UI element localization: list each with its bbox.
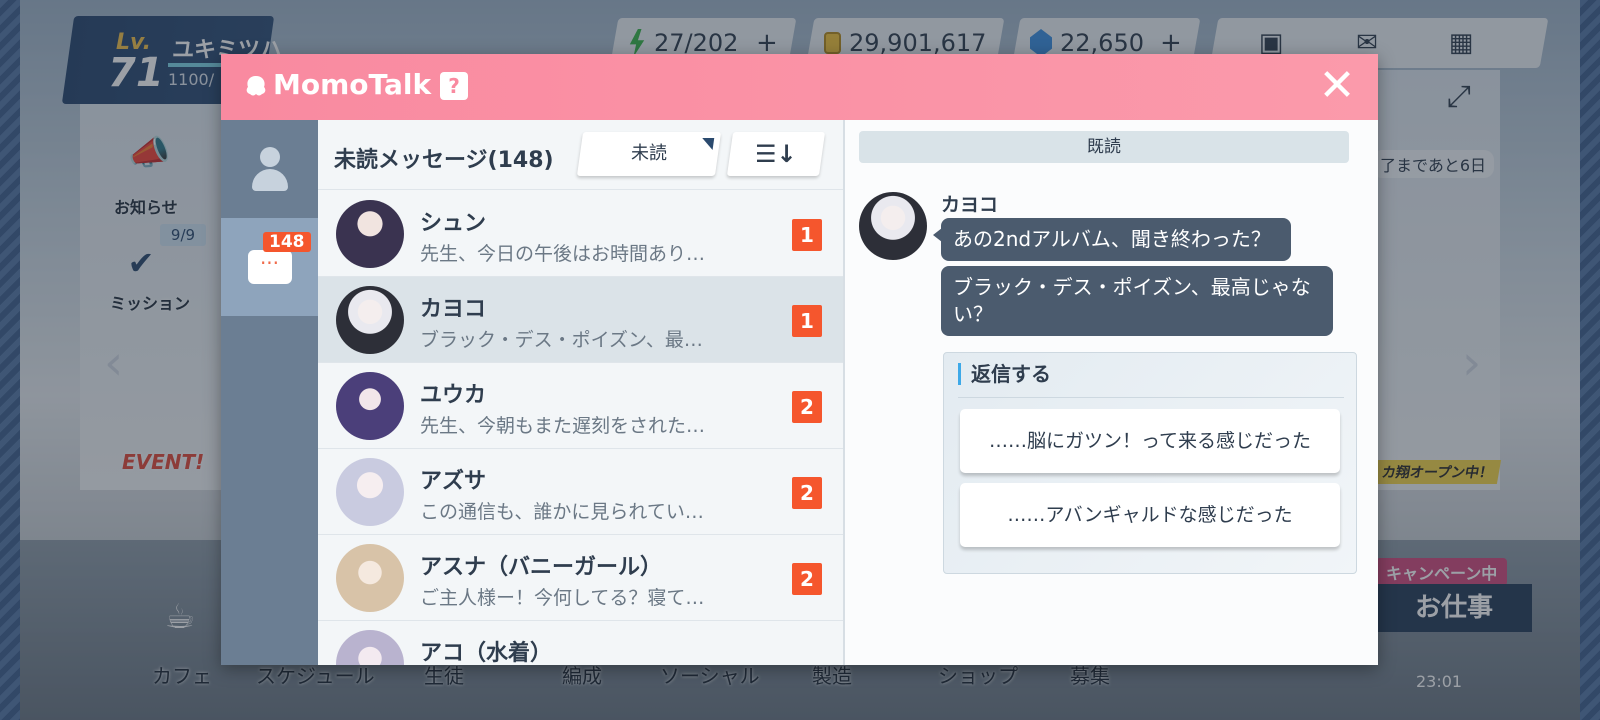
message-preview: 先生、今日の午後はお時間あり… <box>420 243 706 265</box>
contact-name: アコ（水着） <box>420 641 553 665</box>
avatar <box>336 458 404 526</box>
unread-badge: 1 <box>792 305 822 337</box>
message-preview: この通信も、誰かに見られてい… <box>420 501 704 523</box>
dropdown-corner-icon <box>700 138 715 150</box>
avatar <box>336 372 404 440</box>
message-preview: 先生、今朝もまた遅刻をされた… <box>420 415 706 437</box>
filter-label: 未読 <box>631 143 667 164</box>
message-bubble: ブラック・デス・ポイズン、最高じゃない？ <box>941 266 1333 336</box>
reply-option-1[interactable]: ……脳にガツン！って来る感じだった <box>960 409 1340 473</box>
avatar <box>336 200 404 268</box>
conversation-list[interactable]: シュン 先生、今日の午後はお時間あり… 1 カヨコ ブラック・デス・ポイズン、最… <box>318 191 843 665</box>
list-item[interactable]: カヨコ ブラック・デス・ポイズン、最… 1 <box>318 277 843 363</box>
sender-name: カヨコ <box>941 194 999 216</box>
contact-name: カヨコ <box>420 297 487 322</box>
read-status-bar: 既読 <box>859 131 1349 163</box>
momotalk-logo-icon <box>246 76 266 96</box>
reply-panel: 返信する ……脳にガツン！って来る感じだった ……アバンギャルドな感じだった <box>943 352 1357 574</box>
filter-dropdown[interactable]: 未読 <box>576 132 722 176</box>
momotalk-dialog: MomoTalk ? ✕ ··· 148 未読メッセージ(148) 未読 ☰↓ <box>221 54 1378 665</box>
tab-students[interactable] <box>221 120 318 218</box>
list-item[interactable]: アズサ この通信も、誰かに見られてい… 2 <box>318 449 843 535</box>
unread-badge: 1 <box>792 219 822 251</box>
list-item[interactable]: ユウカ 先生、今朝もまた遅刻をされた… 2 <box>318 363 843 449</box>
list-header: 未読メッセージ(148) 未読 ☰↓ <box>318 120 843 190</box>
contact-name: シュン <box>420 211 487 236</box>
message-bubble: あの2ndアルバム、聞き終わった？ <box>933 218 1291 261</box>
list-item[interactable]: シュン 先生、今日の午後はお時間あり… 1 <box>318 191 843 277</box>
chat-bubble-icon: ··· <box>247 250 292 284</box>
momotalk-sidebar: ··· 148 <box>221 120 318 665</box>
conversation-list-pane: 未読メッセージ(148) 未読 ☰↓ シュン 先生、今日の午後はお時間あり… 1… <box>318 120 843 665</box>
contact-name: ユウカ <box>420 383 487 408</box>
contact-name: アズサ <box>420 469 487 494</box>
avatar <box>336 544 404 612</box>
avatar <box>336 630 404 665</box>
person-icon <box>250 145 290 193</box>
help-button[interactable]: ? <box>440 72 468 100</box>
sender-avatar <box>859 192 927 260</box>
dialog-title: MomoTalk <box>273 68 432 101</box>
unread-count-badge: 148 <box>263 232 311 252</box>
list-item[interactable]: アコ（水着） <box>318 621 843 665</box>
sort-icon: ☰↓ <box>755 140 797 168</box>
unread-messages-title: 未読メッセージ(148) <box>334 148 554 173</box>
message-preview: ご主人様ー！今何してる？寝て… <box>420 587 705 609</box>
list-item[interactable]: アスナ（バニーガール） ご主人様ー！今何してる？寝て… 2 <box>318 535 843 621</box>
contact-name: アスナ（バニーガール） <box>420 555 663 580</box>
unread-badge: 2 <box>792 391 822 423</box>
reply-title: 返信する <box>958 363 1051 385</box>
reply-option-2[interactable]: ……アバンギャルドな感じだった <box>960 483 1340 547</box>
chat-pane: 既読 カヨコ あの2ndアルバム、聞き終わった？ ブラック・デス・ポイズン、最高… <box>843 120 1378 665</box>
dialog-header: MomoTalk ? ✕ <box>221 54 1378 120</box>
avatar <box>336 286 404 354</box>
sort-button[interactable]: ☰↓ <box>726 132 826 176</box>
unread-badge: 2 <box>792 563 822 595</box>
message-preview: ブラック・デス・ポイズン、最… <box>420 329 703 351</box>
tab-messages[interactable]: ··· 148 <box>221 218 318 316</box>
unread-badge: 2 <box>792 477 822 509</box>
close-button[interactable]: ✕ <box>1314 64 1360 110</box>
